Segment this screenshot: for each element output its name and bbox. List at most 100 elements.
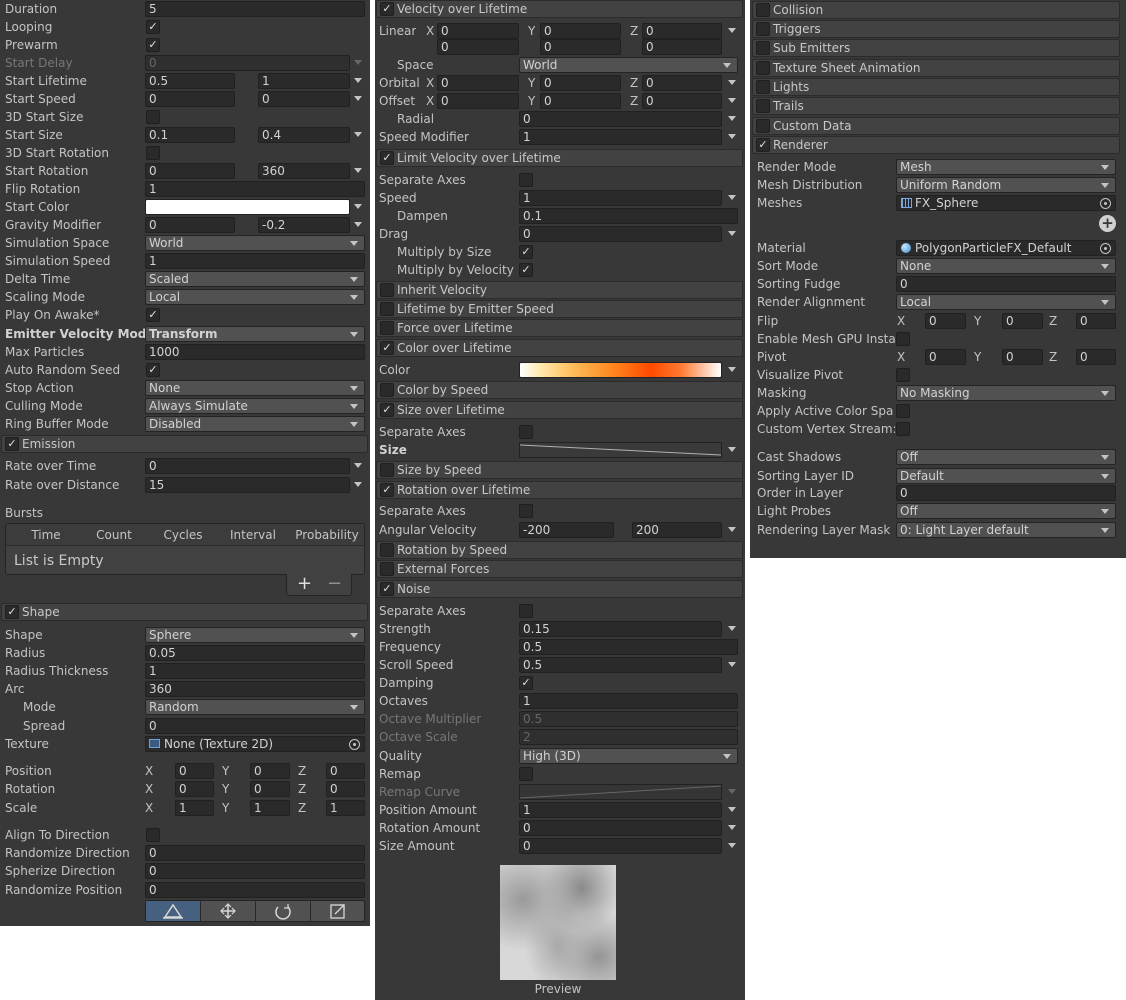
start-rotation-max-field[interactable]: 360 (258, 163, 350, 179)
mesh-picker-icon[interactable] (1100, 198, 1111, 209)
gravity-modifier-max-field[interactable]: -0.2 (258, 217, 350, 233)
edit-shape-button[interactable] (146, 901, 201, 921)
linear-z-field[interactable]: 0 (642, 23, 722, 39)
sorting-layer-id-dropdown[interactable]: Default (896, 468, 1116, 484)
pivot-z-field[interactable]: 0 (1076, 349, 1116, 365)
shape-position-y-field[interactable]: 0 (250, 763, 290, 779)
sub-emitters-checkbox[interactable] (756, 41, 770, 55)
start-rotation-3d-checkbox[interactable] (146, 146, 160, 160)
collision-header[interactable]: Collision (752, 1, 1120, 19)
shape-position-x-field[interactable]: 0 (175, 763, 214, 779)
collision-checkbox[interactable] (756, 3, 770, 17)
randomize-direction-field[interactable]: 0 (145, 845, 365, 861)
limit-speed-field[interactable]: 1 (519, 190, 722, 206)
flip-z-field[interactable]: 0 (1076, 313, 1116, 329)
emitter-velocity-mode-dropdown[interactable]: Transform (145, 326, 365, 342)
rendering-layer-mask-dropdown[interactable]: 0: Light Layer default (896, 522, 1116, 538)
pivot-x-field[interactable]: 0 (925, 349, 966, 365)
shape-position-z-field[interactable]: 0 (326, 763, 365, 779)
offset-x-field[interactable]: 0 (437, 93, 519, 109)
velocity-over-lifetime-header[interactable]: ✓ Velocity over Lifetime (376, 0, 743, 18)
start-size-max-field[interactable]: 0.4 (258, 127, 350, 143)
orbital-z-field[interactable]: 0 (642, 75, 722, 91)
speed-modifier-field[interactable]: 1 (519, 129, 722, 145)
lifetime-by-emitter-speed-header[interactable]: Lifetime by Emitter Speed (376, 300, 743, 318)
scroll-speed-dropdown-icon[interactable] (728, 662, 736, 667)
start-speed-max-field[interactable]: 0 (258, 91, 350, 107)
rotation-over-lifetime-checkbox[interactable]: ✓ (380, 483, 394, 497)
noise-separate-axes-checkbox[interactable] (519, 604, 533, 618)
shape-rotation-x-field[interactable]: 0 (175, 781, 214, 797)
radial-dropdown-icon[interactable] (728, 116, 736, 121)
apply-active-color-space-checkbox[interactable] (896, 404, 910, 418)
velocity-over-lifetime-checkbox[interactable]: ✓ (380, 2, 394, 16)
masking-dropdown[interactable]: No Masking (896, 385, 1116, 401)
flip-rotation-field[interactable]: 1 (145, 181, 365, 197)
prewarm-checkbox[interactable]: ✓ (146, 38, 160, 52)
start-lifetime-min-field[interactable]: 0.5 (145, 73, 235, 89)
offset-z-field[interactable]: 0 (642, 93, 722, 109)
start-color-swatch[interactable] (145, 199, 350, 215)
custom-data-header[interactable]: Custom Data (752, 117, 1120, 135)
randomize-position-field[interactable]: 0 (145, 882, 365, 898)
offset-dropdown-icon[interactable] (728, 98, 736, 103)
rotation-over-lifetime-header[interactable]: ✓ Rotation over Lifetime (376, 481, 743, 499)
trails-header[interactable]: Trails (752, 97, 1120, 115)
start-speed-min-field[interactable]: 0 (145, 91, 235, 107)
scroll-speed-field[interactable]: 0.5 (519, 657, 722, 673)
triggers-header[interactable]: Triggers (752, 20, 1120, 38)
dampen-field[interactable]: 0.1 (519, 208, 738, 224)
strength-dropdown-icon[interactable] (728, 626, 736, 631)
texture-object-field[interactable]: None (Texture 2D) (145, 736, 365, 752)
add-mesh-button[interactable]: + (1099, 215, 1116, 232)
triggers-checkbox[interactable] (756, 22, 770, 36)
shape-dropdown[interactable]: Sphere (145, 627, 365, 643)
linear-y-field[interactable]: 0 (540, 23, 621, 39)
start-size-3d-checkbox[interactable] (146, 110, 160, 124)
limit-separate-axes-checkbox[interactable] (519, 173, 533, 187)
shape-scale-z-field[interactable]: 1 (326, 800, 365, 816)
limit-velocity-checkbox[interactable]: ✓ (380, 151, 394, 165)
orbital-y-field[interactable]: 0 (540, 75, 621, 91)
mesh-distribution-dropdown[interactable]: Uniform Random (896, 177, 1116, 193)
align-to-direction-checkbox[interactable] (146, 828, 160, 842)
emission-module-header[interactable]: ✓ Emission (1, 435, 368, 453)
bursts-add-button[interactable]: + (297, 574, 312, 594)
flip-x-field[interactable]: 0 (925, 313, 966, 329)
multiply-by-velocity-checkbox[interactable]: ✓ (519, 263, 533, 277)
color-over-lifetime-header[interactable]: ✓ Color over Lifetime (376, 339, 743, 357)
start-size-dropdown-icon[interactable] (354, 132, 362, 137)
simulation-speed-field[interactable]: 1 (145, 253, 365, 269)
inherit-velocity-checkbox[interactable] (380, 283, 394, 297)
drag-field[interactable]: 0 (519, 226, 722, 242)
limit-speed-dropdown-icon[interactable] (728, 195, 736, 200)
looping-checkbox[interactable]: ✓ (146, 20, 160, 34)
angular-velocity-max-field[interactable]: 200 (632, 522, 722, 538)
custom-vertex-streams-checkbox[interactable] (896, 422, 910, 436)
shape-checkbox[interactable]: ✓ (5, 605, 19, 619)
shape-module-header[interactable]: ✓ Shape (1, 603, 368, 621)
simulation-space-dropdown[interactable]: World (145, 235, 365, 251)
inherit-velocity-header[interactable]: Inherit Velocity (376, 281, 743, 299)
scaling-mode-dropdown[interactable]: Local (145, 289, 365, 305)
culling-mode-dropdown[interactable]: Always Simulate (145, 398, 365, 414)
custom-data-checkbox[interactable] (756, 119, 770, 133)
octaves-field[interactable]: 1 (519, 693, 738, 709)
angular-velocity-min-field[interactable]: -200 (519, 522, 614, 538)
linear-z2-field[interactable]: 0 (642, 39, 722, 55)
rotation-by-speed-checkbox[interactable] (380, 543, 394, 557)
noise-header[interactable]: ✓ Noise (376, 580, 743, 598)
lights-checkbox[interactable] (756, 80, 770, 94)
size-by-speed-checkbox[interactable] (380, 463, 394, 477)
size-separate-axes-checkbox[interactable] (519, 425, 533, 439)
gravity-modifier-dropdown-icon[interactable] (354, 222, 362, 227)
texture-sheet-animation-checkbox[interactable] (756, 61, 770, 75)
velocity-space-dropdown[interactable]: World (519, 57, 738, 73)
size-over-lifetime-header[interactable]: ✓ Size over Lifetime (376, 401, 743, 419)
orbital-x-field[interactable]: 0 (437, 75, 519, 91)
start-lifetime-dropdown-icon[interactable] (354, 78, 362, 83)
external-forces-checkbox[interactable] (380, 562, 394, 576)
duration-field[interactable]: 5 (145, 1, 365, 17)
delta-time-dropdown[interactable]: Scaled (145, 271, 365, 287)
color-gradient-swatch[interactable] (519, 362, 722, 378)
